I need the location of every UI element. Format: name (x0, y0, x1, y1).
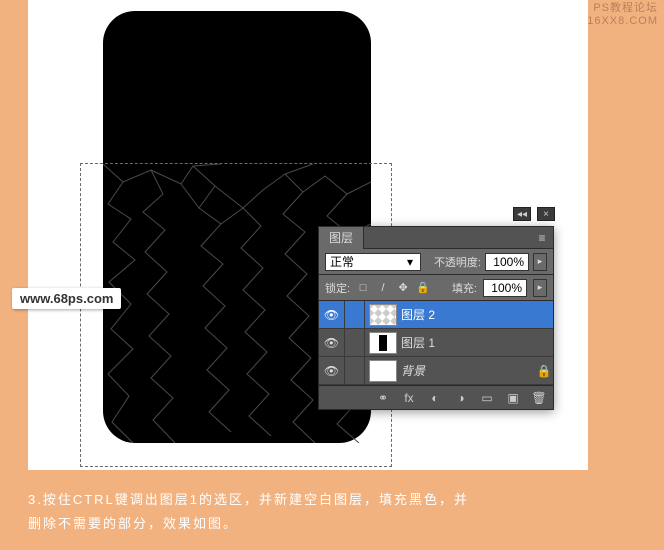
panel-footer: ⚭ fx ◐ ◑ ▭ ▣ 🗑 (319, 385, 553, 409)
watermark-68ps: www.68ps.com (12, 288, 121, 309)
blend-opacity-row: 正常 ▾ 不透明度: 100% ▸ (319, 249, 553, 275)
layer-list: 👁 图层 2 👁 图层 1 👁 背景 🔒 (319, 301, 553, 385)
layer-thumbnail (369, 360, 397, 382)
fill-value: 100% (488, 281, 522, 295)
layer-thumbnail (369, 332, 397, 354)
visibility-toggle[interactable]: 👁 (319, 301, 345, 329)
tab-layers[interactable]: 图层 (319, 227, 364, 249)
layer-thumbnail (369, 304, 397, 326)
close-icon[interactable]: × (537, 207, 555, 221)
opacity-slider-toggle[interactable]: ▸ (533, 253, 547, 271)
blend-mode-select[interactable]: 正常 ▾ (325, 253, 421, 271)
lock-icon: 🔒 (535, 364, 553, 378)
link-col (345, 301, 365, 329)
layer-row[interactable]: 👁 图层 2 (319, 301, 553, 329)
opacity-value: 100% (490, 255, 524, 269)
fill-slider-toggle[interactable]: ▸ (533, 279, 547, 297)
opacity-label: 不透明度: (434, 254, 481, 270)
panel-menu-icon[interactable]: ≡ (531, 231, 553, 245)
lock-transparent-icon[interactable]: □ (356, 281, 370, 295)
lock-pixels-icon[interactable]: / (376, 281, 390, 295)
adjustment-icon[interactable]: ◑ (453, 390, 469, 406)
link-col (345, 329, 365, 357)
lock-label: 锁定: (325, 280, 350, 296)
fill-input[interactable]: 100% (483, 279, 527, 297)
fill-label: 填充: (452, 280, 477, 296)
lock-fill-row: 锁定: □ / ✥ 🔒 填充: 100% ▸ (319, 275, 553, 301)
fx-icon[interactable]: fx (401, 390, 417, 406)
layer-name[interactable]: 图层 2 (401, 306, 553, 323)
lock-all-icon[interactable]: 🔒 (416, 281, 430, 295)
link-col (345, 357, 365, 385)
caption-line2: 删除不需要的部分，效果如图。 (28, 512, 636, 536)
new-layer-icon[interactable]: ▣ (505, 390, 521, 406)
panel-tab-row: 图层 ≡ (319, 227, 553, 249)
opacity-input[interactable]: 100% (485, 253, 529, 271)
tutorial-caption: 3.按住CTRL键调出图层1的选区，并新建空白图层，填充黑色，并 删除不需要的部… (28, 488, 636, 536)
layer-row[interactable]: 👁 背景 🔒 (319, 357, 553, 385)
visibility-toggle[interactable]: 👁 (319, 357, 345, 385)
caption-line1: 3.按住CTRL键调出图层1的选区，并新建空白图层，填充黑色，并 (28, 488, 636, 512)
visibility-toggle[interactable]: 👁 (319, 329, 345, 357)
panel-topbar: ◂◂ × (513, 205, 555, 223)
mask-icon[interactable]: ◐ (427, 390, 443, 406)
lock-position-icon[interactable]: ✥ (396, 281, 410, 295)
chevron-down-icon: ▾ (404, 256, 416, 268)
blend-mode-value: 正常 (330, 253, 400, 270)
layer-name[interactable]: 背景 (401, 362, 535, 379)
layers-panel: ◂◂ × 图层 ≡ 正常 ▾ 不透明度: 100% ▸ 锁定: □ / ✥ 🔒 … (318, 226, 554, 410)
link-layers-icon[interactable]: ⚭ (375, 390, 391, 406)
trash-icon[interactable]: 🗑 (531, 390, 547, 406)
collapse-icon[interactable]: ◂◂ (513, 207, 531, 221)
layer-name[interactable]: 图层 1 (401, 334, 553, 351)
group-icon[interactable]: ▭ (479, 390, 495, 406)
layer-row[interactable]: 👁 图层 1 (319, 329, 553, 357)
